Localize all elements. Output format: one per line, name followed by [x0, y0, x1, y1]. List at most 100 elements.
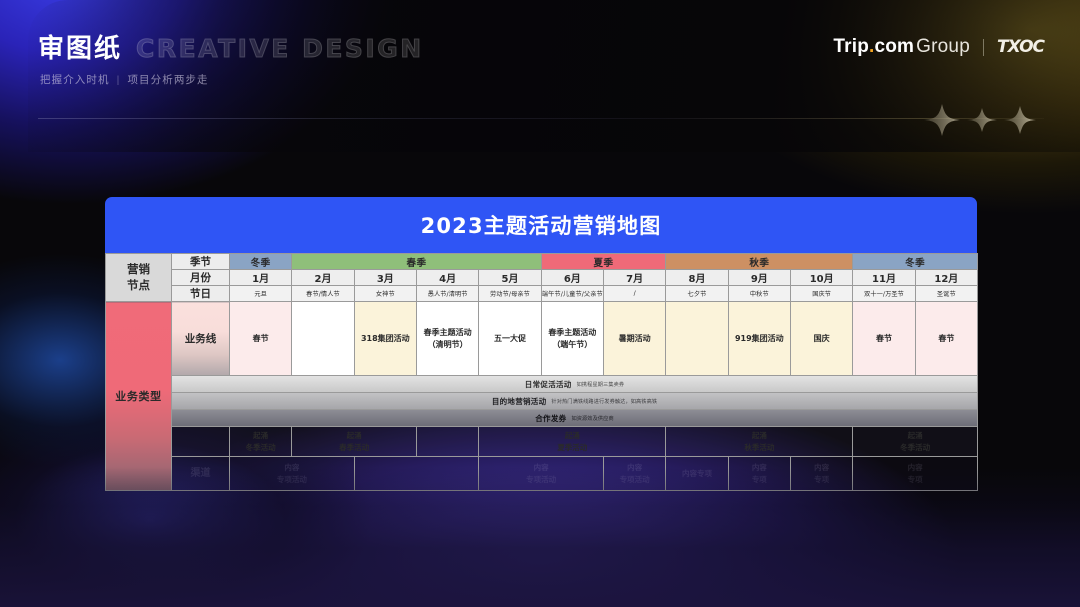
marketing-calendar-table: 营销 节点 季节 冬季 春季 夏季 秋季 冬季 月份 1月 2月 3月 4月 5…	[105, 253, 979, 491]
page-title-cn: 审图纸	[38, 34, 123, 64]
activity-cell[interactable]: 春节	[228, 301, 293, 376]
band-subtitle: 如携程星期三集卖券	[576, 381, 625, 388]
holiday-cell: 劳动节/母亲节	[478, 285, 542, 302]
brand-lockup: Trip.com Group TXOC	[833, 36, 1045, 58]
row-label-month: 月份	[171, 269, 230, 286]
band-partner-coupon[interactable]: 合作发券 如资源效及供应商	[171, 409, 978, 427]
row-label-holiday: 节日	[171, 285, 230, 302]
page-title-en: CREATIVE DESIGN	[136, 34, 424, 64]
season-cell-autumn: 秋季	[665, 253, 854, 270]
table-row-band-destination: 目的地营销活动 针对热门满铁线路进行发券触达，如高铁高铁	[106, 392, 978, 410]
band-title: 合作发券	[535, 413, 567, 423]
activity-cell[interactable]	[665, 301, 729, 376]
marketing-node-label: 营销 节点	[105, 253, 172, 302]
txoc-logo: TXOC	[996, 37, 1045, 57]
season-cell-spring: 春季	[291, 253, 542, 270]
table-row-month: 月份 1月 2月 3月 4月 5月 6月 7月 8月 9月 10月 11月 12…	[106, 269, 979, 286]
holiday-cell: 女神节	[353, 285, 417, 302]
month-cell: 2月	[291, 269, 355, 286]
faded-cell[interactable]	[415, 426, 480, 457]
subtitle-separator: |	[116, 73, 121, 86]
header-divider-line	[38, 118, 1044, 119]
table-row-faded-seasonal: 起涌 冬季活动 起涌 春季活动 起涌 夏季活动 起涌 秋季活动 起涌 冬季活动	[106, 426, 978, 457]
trip-com-group-logo: Trip.com Group	[833, 36, 970, 58]
season-cell-winter-early: 冬季	[228, 253, 293, 270]
faded-cell[interactable]: 内容专项	[789, 456, 854, 491]
activity-cell[interactable]	[291, 301, 355, 376]
row-label-season: 季节	[171, 253, 230, 270]
subtitle-left: 把握介入时机	[40, 74, 110, 86]
table-row-band-partner: 合作发券 如资源效及供应商	[106, 409, 978, 427]
activity-cell[interactable]: 919集团活动	[727, 301, 791, 376]
card-title-text: 2023主题活动营销地图	[420, 214, 662, 238]
month-cell: 10月	[789, 269, 854, 286]
card-title-bar: 2023主题活动营销地图	[105, 197, 977, 253]
brand-group-text: Group	[916, 36, 970, 57]
header-subtitle: 把握介入时机 | 项目分析两步走	[40, 72, 209, 87]
month-cell: 4月	[415, 269, 480, 286]
subtitle-right: 项目分析两步走	[127, 74, 209, 86]
band-destination-marketing[interactable]: 目的地营销活动 针对热门满铁线路进行发券触达，如高铁高铁	[171, 392, 978, 410]
month-cell: 3月	[353, 269, 417, 286]
activity-cell[interactable]: 春季主题活动 （清明节）	[415, 301, 480, 376]
month-cell: 1月	[228, 269, 293, 286]
month-cell: 7月	[602, 269, 667, 286]
holiday-cell: 圣诞节	[914, 285, 979, 302]
brand-com-text: com	[874, 36, 915, 57]
brand-divider	[982, 38, 984, 56]
activity-cell[interactable]: 春季主题活动 （端午节）	[540, 301, 604, 376]
faded-cell[interactable]: 内容 专项活动	[229, 456, 355, 491]
faded-cell[interactable]: 内容专项	[727, 456, 791, 491]
activity-cell[interactable]: 国庆	[789, 301, 854, 376]
slide-header: 审图纸 CREATIVE DESIGN 把握介入时机 | 项目分析两步走 Tri…	[0, 0, 1080, 152]
slide-canvas: 审图纸 CREATIVE DESIGN 把握介入时机 | 项目分析两步走 Tri…	[0, 0, 1080, 607]
activity-cell[interactable]: 318集团活动	[353, 301, 417, 376]
faded-cell[interactable]	[353, 456, 480, 491]
month-cell: 9月	[727, 269, 791, 286]
activity-cell[interactable]: 春节	[914, 301, 979, 376]
holiday-cell: /	[602, 285, 667, 302]
activity-cell[interactable]: 五一大促	[478, 301, 542, 376]
business-line-label: 业务线	[171, 301, 230, 376]
holiday-cell: 愚人节/清明节	[415, 285, 480, 302]
faded-cell[interactable]: 内容专项	[852, 456, 978, 491]
faded-line-label	[171, 426, 230, 457]
band-daily-promotion[interactable]: 日常促活活动 如携程星期三集卖券	[171, 375, 978, 393]
table-row-season: 营销 节点 季节 冬季 春季 夏季 秋季 冬季	[105, 253, 978, 302]
faded-channel-label: 渠道	[171, 456, 230, 491]
holiday-cell: 中秋节	[727, 285, 791, 302]
month-cell: 5月	[478, 269, 542, 286]
brand-trip-text: Trip	[833, 36, 869, 57]
band-subtitle: 针对热门满铁线路进行发券触达，如高铁高铁	[551, 398, 658, 405]
faded-cell[interactable]: 内容专项	[665, 456, 729, 491]
faded-cell[interactable]: 起涌 冬季活动	[228, 426, 293, 457]
holiday-cell: 国庆节	[789, 285, 854, 302]
holiday-cell: 端午节/儿童节/父亲节	[540, 285, 604, 302]
activity-cell[interactable]: 暑期活动	[602, 301, 667, 376]
season-cell-winter-late: 冬季	[852, 253, 978, 270]
holiday-cell: 七夕节	[665, 285, 729, 302]
marketing-map-card: 2023主题活动营销地图 营销 节点 季节 冬季 春季 夏季 秋季 冬季 月份 …	[105, 197, 979, 491]
month-cell: 11月	[852, 269, 916, 286]
faded-cell[interactable]: 起涌 春季活动	[291, 426, 417, 457]
node-label-line2: 节点	[127, 277, 150, 292]
table-row-faded-channel: 渠道 内容 专项活动 内容 专项活动 内容 专项活动 内容专项 内容 专项 内容 专项 内…	[106, 456, 978, 491]
table-row-holiday: 节日 元旦 春节/情人节 女神节 愚人节/清明节 劳动节/母亲节 端午节/儿童节…	[106, 285, 979, 302]
faded-cell[interactable]: 内容 专项活动	[602, 456, 667, 491]
month-cell: 12月	[914, 269, 979, 286]
activity-cell[interactable]: 春节	[852, 301, 916, 376]
holiday-cell: 双十一/万圣节	[852, 285, 916, 302]
holiday-cell: 春节/情人节	[291, 285, 355, 302]
business-type-label: 业务类型	[105, 301, 172, 491]
season-cell-summer: 夏季	[540, 253, 667, 270]
band-subtitle: 如资源效及供应商	[571, 415, 614, 422]
faded-cell[interactable]: 起涌 冬季活动	[852, 426, 978, 457]
header-title-group: 审图纸 CREATIVE DESIGN	[38, 28, 424, 65]
holiday-cell: 元旦	[228, 285, 293, 302]
band-title: 日常促活活动	[524, 379, 572, 389]
sparkle-decoration-icon	[914, 104, 1050, 136]
band-title: 目的地营销活动	[491, 396, 547, 406]
faded-cell[interactable]: 内容 专项活动	[478, 456, 604, 491]
faded-cell[interactable]: 起涌 夏季活动	[478, 426, 667, 457]
faded-cell[interactable]: 起涌 秋季活动	[665, 426, 854, 457]
